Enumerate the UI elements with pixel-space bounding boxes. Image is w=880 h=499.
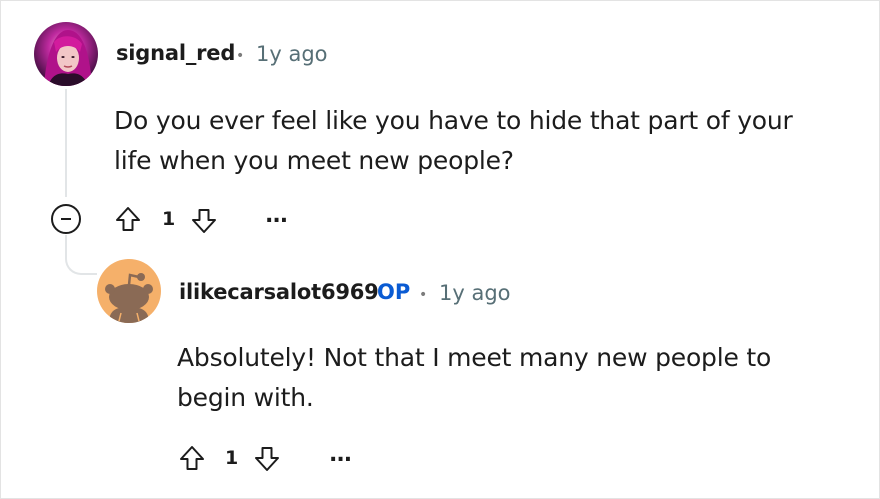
upvote-icon[interactable]	[177, 443, 207, 473]
avatar[interactable]	[34, 22, 98, 86]
comment-body-line: life when you meet new people?	[114, 146, 514, 175]
op-badge: OP	[377, 280, 411, 304]
collapse-thread-button[interactable]	[51, 204, 81, 234]
downvote-icon[interactable]	[252, 444, 282, 474]
comment-author[interactable]: signal_red	[116, 41, 235, 65]
more-options-button[interactable]: ...	[265, 205, 288, 227]
comment-author[interactable]: ilikecarsalot6969	[179, 280, 379, 304]
vote-count: 1	[162, 208, 176, 230]
comment-thread: signal_red • 1y ago Do you ever feel lik…	[0, 0, 880, 499]
more-options-button[interactable]: ...	[329, 444, 352, 466]
comment-body: Absolutely! Not that I meet many new peo…	[177, 338, 771, 418]
meta-separator: •	[419, 287, 428, 303]
comment-body-line: Absolutely! Not that I meet many new peo…	[177, 343, 772, 372]
comment-body-line: begin with.	[177, 383, 314, 412]
avatar[interactable]	[97, 259, 161, 323]
comment-body: Do you ever feel like you have to hide t…	[114, 101, 793, 181]
vote-count: 1	[225, 447, 239, 469]
snoo-icon	[97, 259, 161, 323]
comment-body-line: Do you ever feel like you have to hide t…	[114, 106, 793, 135]
comment-timestamp[interactable]: 1y ago	[439, 281, 511, 305]
comment-timestamp[interactable]: 1y ago	[256, 42, 328, 66]
thread-line[interactable]	[65, 89, 67, 197]
downvote-icon[interactable]	[189, 206, 219, 236]
reply-thread-connector	[65, 235, 97, 275]
upvote-icon[interactable]	[113, 204, 143, 234]
meta-separator: •	[236, 48, 245, 64]
